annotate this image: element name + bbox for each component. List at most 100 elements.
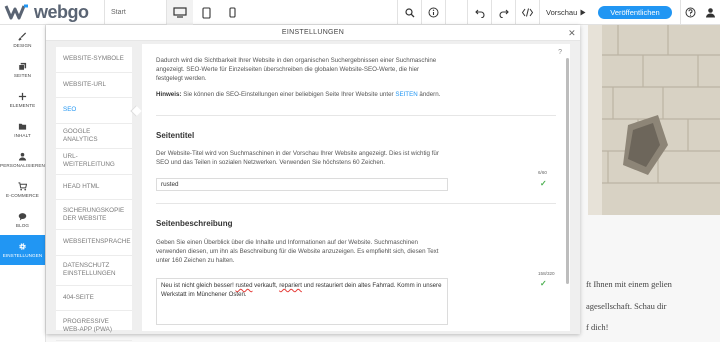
desktop-icon: [173, 7, 187, 18]
tablet-icon: [201, 6, 211, 19]
misspelled-word: repariert: [279, 282, 302, 289]
page-description-textarea[interactable]: Neu ist nicht gleich besser! rusted verk…: [156, 278, 448, 325]
main-sidebar: DESIGN SEITEN ELEMENTE INHALT PERSONALIS…: [0, 25, 46, 342]
hint-text: Sie können die SEO-Einstellungen einer b…: [183, 91, 394, 98]
website-text-line: f dich!: [586, 322, 609, 332]
nav-item-seo[interactable]: SEO: [56, 98, 132, 124]
plus-icon: [18, 92, 27, 101]
device-switcher: [166, 0, 245, 25]
nav-item-website-symbole[interactable]: WEBSITE-SYMBOLE: [56, 47, 132, 73]
pages-icon: [18, 62, 27, 71]
description-text: Neu ist nicht gleich besser!: [161, 282, 236, 289]
toolbar-divider: [445, 0, 467, 25]
sidebar-item-elemente[interactable]: ELEMENTE: [0, 85, 45, 115]
phone-view-button[interactable]: [219, 0, 245, 25]
close-button[interactable]: ✕: [564, 25, 580, 41]
sidebar-item-inhalt[interactable]: INHALT: [0, 115, 45, 145]
code-icon: [522, 8, 533, 17]
dialog-body: WEBSITE-SYMBOLE WEBSITE-URL SEO GOOGLE A…: [46, 41, 580, 341]
section-divider: [156, 203, 556, 204]
help-button[interactable]: [680, 0, 700, 25]
sidebar-item-design[interactable]: DESIGN: [0, 25, 45, 55]
sidebar-item-label: PERSONALISIEREN: [0, 163, 45, 168]
nav-item-url-weiterleitung[interactable]: URL-WEITERLEITUNG: [56, 149, 132, 175]
search-button[interactable]: [397, 0, 421, 25]
nav-item-website-url[interactable]: WEBSITE-URL: [56, 73, 132, 98]
nav-item-webseitensprache[interactable]: WEBSEITENSPRACHE: [56, 230, 132, 256]
website-text-line: agesellschaft. Schau dir: [586, 301, 667, 311]
seo-hint: Hinweis: Sie können die SEO-Einstellunge…: [156, 91, 556, 100]
user-menu-button[interactable]: [700, 0, 720, 25]
section-divider: [156, 115, 556, 116]
info-icon: [428, 7, 439, 18]
sidebar-item-label: EINSTELLUNGEN: [2, 253, 43, 258]
checkmark-icon: ✓: [540, 179, 547, 188]
settings-dialog: EINSTELLUNGEN ✕ WEBSITE-SYMBOLE WEBSITE-…: [46, 25, 580, 341]
toolbar-actions: [397, 0, 539, 25]
webgo-logo[interactable]: webgo: [0, 0, 100, 25]
hint-label: Hinweis:: [156, 91, 182, 98]
description-text: verkauft,: [252, 282, 280, 289]
description-char-counter: 158/320: [538, 271, 555, 276]
sidebar-item-label: ELEMENTE: [9, 103, 36, 108]
hint-text-after: ändern.: [419, 91, 441, 98]
code-button[interactable]: [515, 0, 539, 25]
folder-icon: [18, 123, 27, 130]
sidebar-item-label: DESIGN: [13, 43, 32, 48]
desktop-view-button[interactable]: [167, 0, 193, 25]
redo-icon: [499, 9, 509, 18]
sidebar-item-einstellungen[interactable]: EINSTELLUNGEN: [0, 235, 45, 265]
tablet-view-button[interactable]: [193, 0, 219, 25]
settings-nav: WEBSITE-SYMBOLE WEBSITE-URL SEO GOOGLE A…: [56, 47, 132, 341]
nav-item-404-seite[interactable]: 404-SEITE: [56, 286, 132, 311]
top-toolbar: webgo Start Vorschau Veröffentlichen: [0, 0, 720, 25]
undo-button[interactable]: [467, 0, 491, 25]
dialog-title: EINSTELLUNGEN: [281, 29, 345, 36]
search-icon: [404, 7, 414, 17]
seo-intro-text: Dadurch wird die Sichtbarkeit Ihrer Webs…: [156, 57, 437, 82]
title-section-heading: Seitentitel: [156, 131, 195, 140]
logo-text: webgo: [34, 1, 89, 22]
sidebar-item-ecommerce[interactable]: E-COMMERCE: [0, 175, 45, 205]
preview-button[interactable]: Vorschau: [539, 0, 592, 25]
sidebar-item-blog[interactable]: BLOG: [0, 205, 45, 235]
cart-icon: [18, 182, 27, 191]
seiten-link[interactable]: SEITEN: [395, 91, 417, 98]
user-icon: [705, 8, 715, 18]
nav-item-sicherungskopie[interactable]: SICHERUNGSKOPIE DER WEBSITE: [56, 200, 132, 230]
scrollbar-thumb[interactable]: [566, 58, 569, 284]
title-section-description: Der Website-Titel wird von Suchmaschinen…: [156, 150, 439, 166]
website-hero-image: [588, 25, 720, 215]
sidebar-item-label: BLOG: [15, 223, 30, 228]
sidebar-item-label: INHALT: [14, 133, 31, 138]
help-icon[interactable]: ?: [558, 49, 562, 56]
seo-panel: ? Dadurch wird die Sichtbarkeit Ihrer We…: [142, 44, 570, 331]
brush-icon: [18, 32, 27, 41]
gear-icon: [19, 243, 26, 250]
description-section-heading: Seitenbeschreibung: [156, 219, 233, 228]
panel-scrollbar[interactable]: [564, 44, 570, 331]
redo-button[interactable]: [491, 0, 515, 25]
sidebar-item-label: E-COMMERCE: [6, 193, 39, 198]
webgo-logo-icon: [4, 4, 28, 20]
page-title-input[interactable]: rusted: [156, 178, 448, 191]
description-section-text: Geben Sie einen Überblick über die Inhal…: [156, 239, 439, 264]
undo-icon: [474, 9, 484, 18]
misspelled-word: rusted: [235, 282, 253, 289]
nav-item-pwa[interactable]: PROGRESSIVE WEB-APP (PWA): [56, 311, 132, 341]
help-icon: [685, 7, 696, 18]
sidebar-item-personalisieren[interactable]: PERSONALISIEREN: [0, 145, 45, 175]
publish-button[interactable]: Veröffentlichen: [598, 6, 672, 19]
nav-item-google-analytics[interactable]: GOOGLE ANALYTICS: [56, 124, 132, 149]
dialog-header: EINSTELLUNGEN ✕: [46, 25, 580, 41]
chat-icon: [18, 213, 27, 221]
sidebar-item-seiten[interactable]: SEITEN: [0, 55, 45, 85]
title-char-counter: 6/60: [538, 170, 547, 175]
phone-icon: [228, 7, 236, 18]
page-selector[interactable]: Start: [104, 0, 166, 25]
website-text-line: ft Ihnen mit einem gelien: [586, 279, 672, 289]
close-icon: ✕: [568, 27, 576, 38]
nav-item-head-html[interactable]: HEAD HTML: [56, 175, 132, 200]
nav-item-datenschutz[interactable]: DATENSCHUTZ EINSTELLUNGEN: [56, 256, 132, 286]
info-button[interactable]: [421, 0, 445, 25]
